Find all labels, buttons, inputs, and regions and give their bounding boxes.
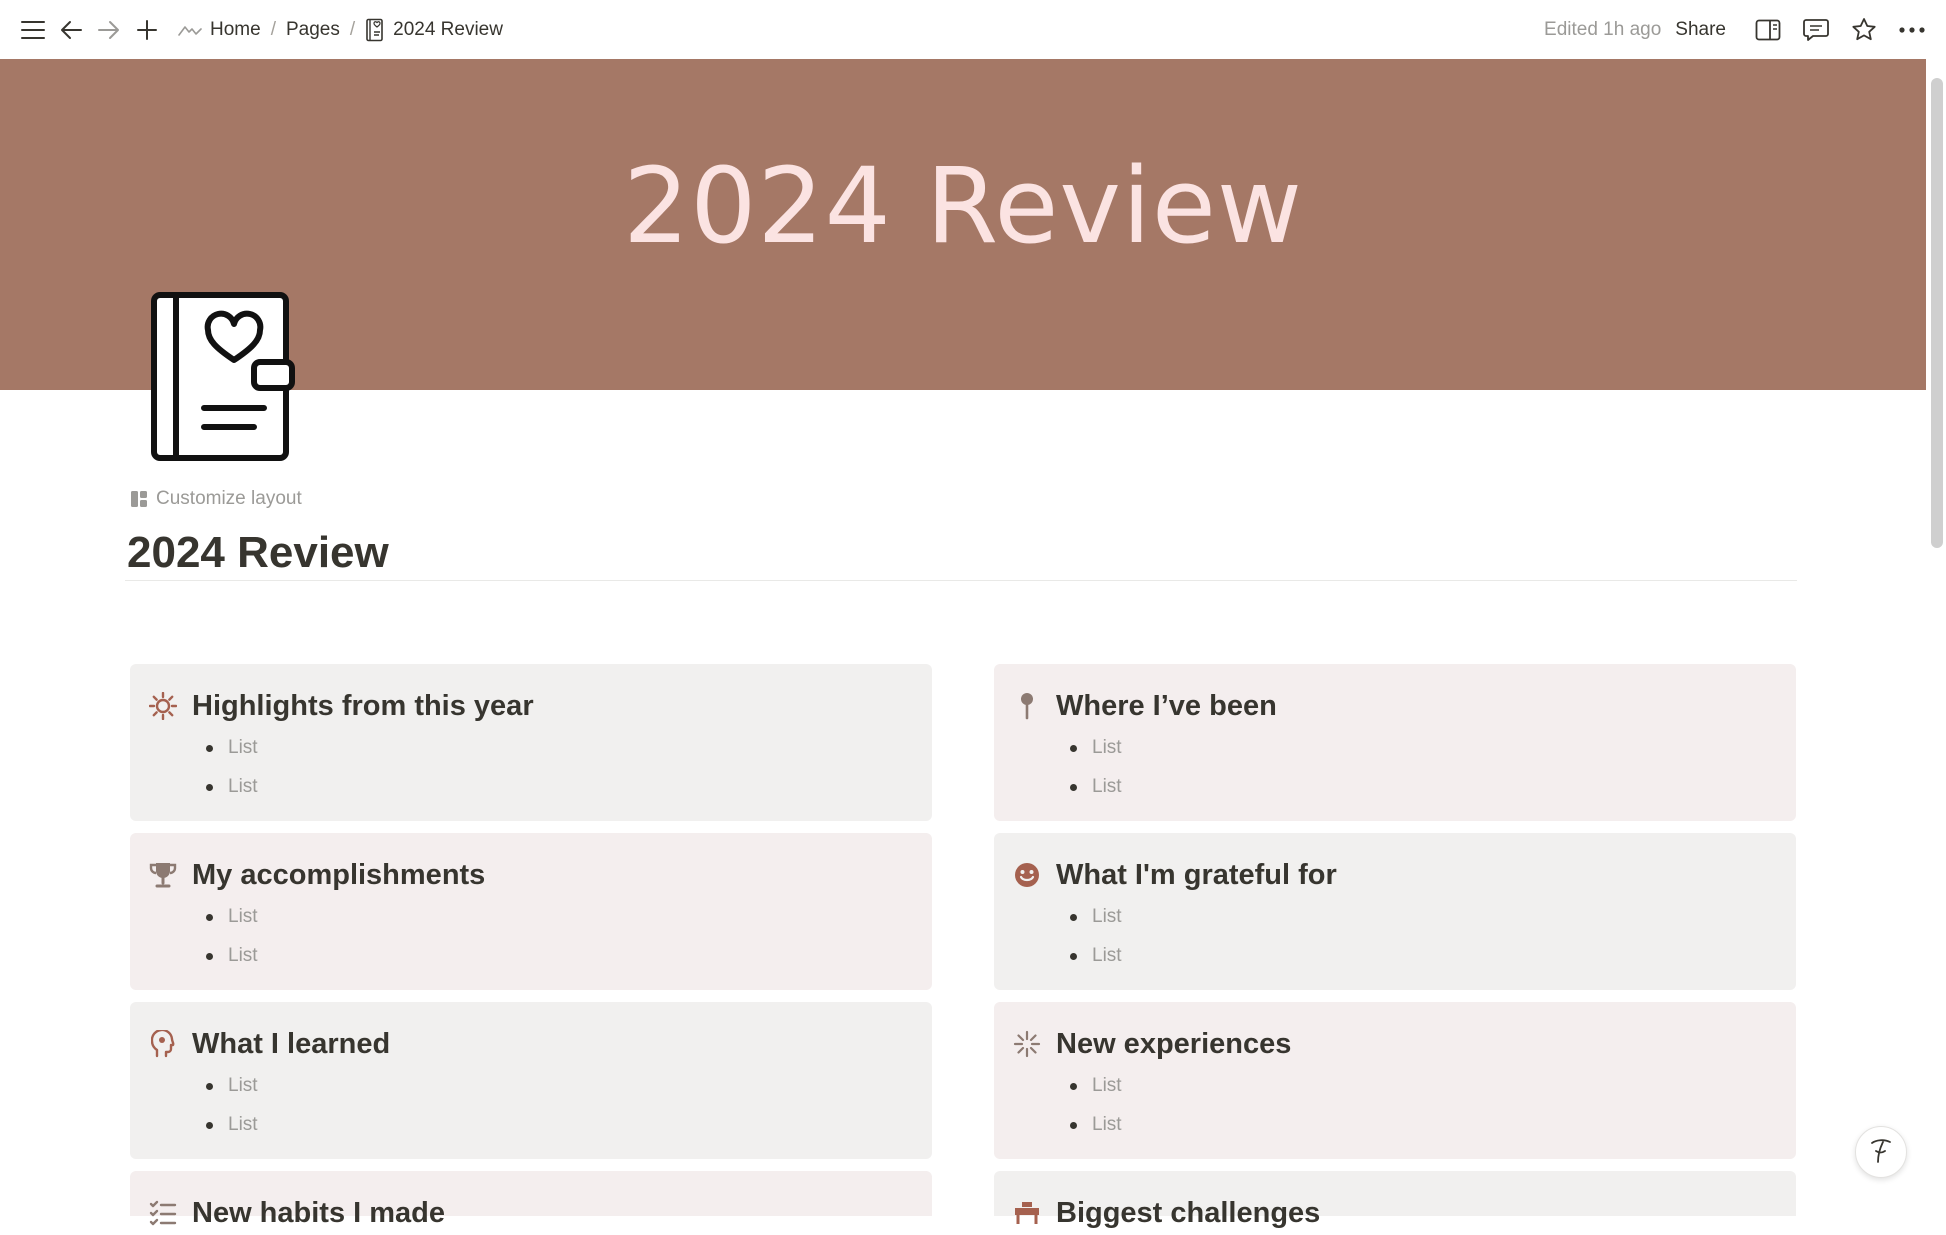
sidebar-menu-icon[interactable] xyxy=(16,13,50,47)
list-item[interactable]: List xyxy=(1012,936,1796,975)
list-item[interactable]: List xyxy=(1012,1066,1796,1105)
edited-timestamp: Edited 1h ago xyxy=(1544,18,1662,40)
card-title: What I'm grateful for xyxy=(1056,858,1337,891)
card-habits[interactable]: New habits I made xyxy=(130,1171,932,1229)
title-divider xyxy=(125,580,1797,581)
ai-face-icon xyxy=(1871,1139,1891,1163)
card-accomplishments[interactable]: My accomplishments List List xyxy=(130,833,932,990)
bullet-list: List List xyxy=(148,1066,932,1144)
pin-icon xyxy=(1012,691,1042,721)
card-experiences[interactable]: New experiences List List xyxy=(994,1002,1796,1159)
list-item[interactable]: List xyxy=(148,728,932,767)
card-learned[interactable]: What I learned List List xyxy=(130,1002,932,1159)
customize-layout-label: Customize layout xyxy=(156,488,302,509)
breadcrumb-current-label: 2024 Review xyxy=(393,18,503,40)
card-grateful[interactable]: What I'm grateful for List List xyxy=(994,833,1796,990)
bullet-list: List List xyxy=(148,728,932,806)
list-item[interactable]: List xyxy=(1012,728,1796,767)
trophy-icon xyxy=(148,860,178,890)
list-item[interactable]: List xyxy=(148,1066,932,1105)
sun-icon xyxy=(148,691,178,721)
smile-icon xyxy=(1012,860,1042,890)
checklist-icon xyxy=(148,1198,178,1228)
card-challenges[interactable]: Biggest challenges xyxy=(994,1171,1796,1229)
card-where-been[interactable]: Where I’ve been List List xyxy=(994,664,1796,821)
comments-icon[interactable] xyxy=(1792,6,1840,54)
ai-assistant-button[interactable] xyxy=(1855,1126,1907,1178)
breadcrumb-separator: / xyxy=(349,18,356,40)
scrollbar-thumb[interactable] xyxy=(1931,78,1943,548)
share-button[interactable]: Share xyxy=(1675,19,1726,41)
forward-arrow-icon[interactable] xyxy=(92,13,126,47)
home-mountain-icon xyxy=(178,25,202,36)
favorite-star-icon[interactable] xyxy=(1840,6,1888,54)
page-journal-icon[interactable] xyxy=(146,290,298,468)
back-arrow-icon[interactable] xyxy=(54,13,88,47)
breadcrumb-home[interactable]: Home xyxy=(172,15,267,45)
top-bar-actions: Edited 1h ago Share xyxy=(1544,0,1946,59)
journal-icon xyxy=(366,18,383,41)
bullet-list: List List xyxy=(1012,728,1796,806)
top-bar: Home / Pages / 2024 Review Edited 1h ago… xyxy=(0,0,1946,59)
customize-layout-button[interactable]: Customize layout xyxy=(130,488,302,510)
breadcrumb: Home / Pages / 2024 Review xyxy=(172,14,509,46)
list-item[interactable]: List xyxy=(148,897,932,936)
list-item[interactable]: List xyxy=(1012,897,1796,936)
more-options-icon[interactable] xyxy=(1888,6,1936,54)
barrier-icon xyxy=(1012,1198,1042,1228)
page-title[interactable]: 2024 Review xyxy=(127,528,389,578)
layout-grid-icon xyxy=(131,491,147,507)
bullet-list: List List xyxy=(1012,1066,1796,1144)
list-item[interactable]: List xyxy=(148,936,932,975)
list-item[interactable]: List xyxy=(1012,767,1796,806)
bullet-list: List List xyxy=(148,897,932,975)
card-title: New experiences xyxy=(1056,1027,1292,1060)
card-highlights[interactable]: Highlights from this year List List xyxy=(130,664,932,821)
side-peek-icon[interactable] xyxy=(1744,6,1792,54)
card-title: My accomplishments xyxy=(192,858,486,891)
card-title: New habits I made xyxy=(192,1196,446,1229)
breadcrumb-pages-label: Pages xyxy=(285,18,340,40)
list-item[interactable]: List xyxy=(1012,1105,1796,1144)
card-title: What I learned xyxy=(192,1027,391,1060)
new-page-plus-icon[interactable] xyxy=(130,13,164,47)
list-item[interactable]: List xyxy=(148,1105,932,1144)
card-title: Biggest challenges xyxy=(1056,1196,1321,1229)
breadcrumb-pages[interactable]: Pages xyxy=(280,15,346,45)
brain-head-icon xyxy=(148,1029,178,1059)
list-item[interactable]: List xyxy=(148,767,932,806)
bullet-list: List List xyxy=(1012,897,1796,975)
cover-title: 2024 Review xyxy=(623,145,1303,267)
breadcrumb-separator: / xyxy=(270,18,276,40)
breadcrumb-home-label: Home xyxy=(210,18,261,40)
card-title: Where I’ve been xyxy=(1056,689,1277,722)
card-title: Highlights from this year xyxy=(192,689,534,722)
sparkle-icon xyxy=(1012,1029,1042,1059)
breadcrumb-current[interactable]: 2024 Review xyxy=(359,14,509,46)
